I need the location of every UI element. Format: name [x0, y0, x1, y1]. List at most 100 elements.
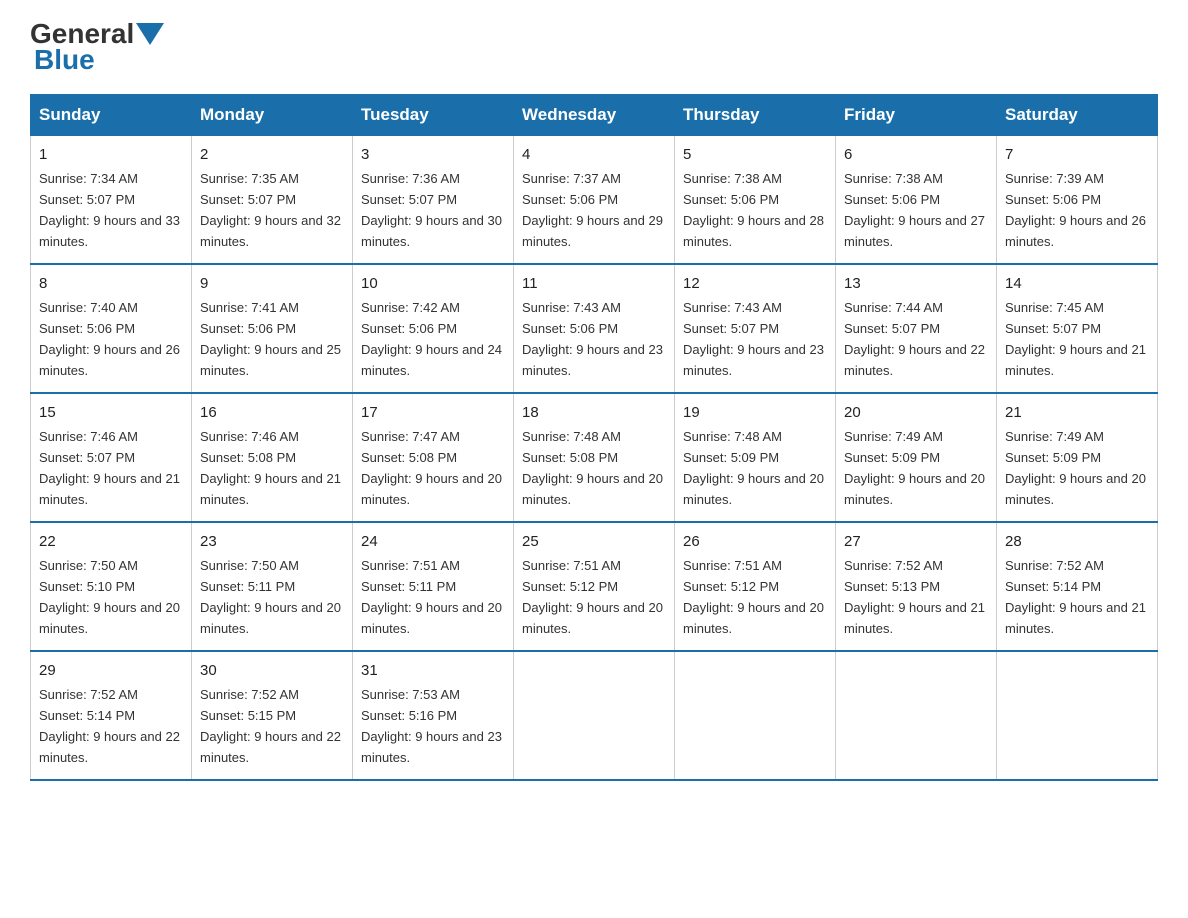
week-row-1: 1Sunrise: 7:34 AMSunset: 5:07 PMDaylight… — [31, 136, 1158, 264]
day-number: 30 — [200, 659, 344, 682]
day-number: 4 — [522, 143, 666, 166]
day-info: Sunrise: 7:41 AMSunset: 5:06 PMDaylight:… — [200, 300, 341, 378]
calendar-cell: 11 Sunrise: 7:43 AMSunset: 5:06 PMDayligh… — [514, 264, 675, 393]
day-info: Sunrise: 7:52 AMSunset: 5:15 PMDaylight:… — [200, 687, 341, 765]
calendar-cell: 26 Sunrise: 7:51 AMSunset: 5:12 PMDayligh… — [675, 522, 836, 651]
calendar-cell — [675, 651, 836, 780]
calendar-cell: 16Sunrise: 7:46 AMSunset: 5:08 PMDayligh… — [192, 393, 353, 522]
calendar-table: SundayMondayTuesdayWednesdayThursdayFrid… — [30, 94, 1158, 781]
calendar-cell: 6 Sunrise: 7:38 AMSunset: 5:06 PMDaylight… — [836, 136, 997, 264]
week-row-5: 29Sunrise: 7:52 AMSunset: 5:14 PMDayligh… — [31, 651, 1158, 780]
day-number: 17 — [361, 401, 505, 424]
calendar-cell: 20 Sunrise: 7:49 AMSunset: 5:09 PMDayligh… — [836, 393, 997, 522]
calendar-cell: 9 Sunrise: 7:41 AMSunset: 5:06 PMDaylight… — [192, 264, 353, 393]
day-info: Sunrise: 7:36 AMSunset: 5:07 PMDaylight:… — [361, 171, 502, 249]
header-day-sunday: Sunday — [31, 95, 192, 136]
day-number: 6 — [844, 143, 988, 166]
day-number: 11 — [522, 272, 666, 295]
day-number: 3 — [361, 143, 505, 166]
calendar-cell: 8Sunrise: 7:40 AMSunset: 5:06 PMDaylight… — [31, 264, 192, 393]
calendar-cell: 12 Sunrise: 7:43 AMSunset: 5:07 PMDayligh… — [675, 264, 836, 393]
header-day-friday: Friday — [836, 95, 997, 136]
day-info: Sunrise: 7:52 AMSunset: 5:14 PMDaylight:… — [39, 687, 180, 765]
day-info: Sunrise: 7:51 AMSunset: 5:11 PMDaylight:… — [361, 558, 502, 636]
logo: General Blue — [30, 20, 166, 76]
calendar-cell: 24 Sunrise: 7:51 AMSunset: 5:11 PMDayligh… — [353, 522, 514, 651]
day-number: 12 — [683, 272, 827, 295]
header-day-wednesday: Wednesday — [514, 95, 675, 136]
day-number: 31 — [361, 659, 505, 682]
day-number: 7 — [1005, 143, 1149, 166]
logo-blue-text: Blue — [34, 44, 95, 76]
day-info: Sunrise: 7:34 AMSunset: 5:07 PMDaylight:… — [39, 171, 180, 249]
day-number: 15 — [39, 401, 183, 424]
day-number: 13 — [844, 272, 988, 295]
day-number: 2 — [200, 143, 344, 166]
day-number: 23 — [200, 530, 344, 553]
week-row-2: 8Sunrise: 7:40 AMSunset: 5:06 PMDaylight… — [31, 264, 1158, 393]
page-header: General Blue — [30, 20, 1158, 76]
day-info: Sunrise: 7:46 AMSunset: 5:07 PMDaylight:… — [39, 429, 180, 507]
calendar-cell: 27 Sunrise: 7:52 AMSunset: 5:13 PMDayligh… — [836, 522, 997, 651]
day-info: Sunrise: 7:44 AMSunset: 5:07 PMDaylight:… — [844, 300, 985, 378]
day-info: Sunrise: 7:48 AMSunset: 5:08 PMDaylight:… — [522, 429, 663, 507]
day-info: Sunrise: 7:38 AMSunset: 5:06 PMDaylight:… — [683, 171, 824, 249]
day-info: Sunrise: 7:38 AMSunset: 5:06 PMDaylight:… — [844, 171, 985, 249]
day-info: Sunrise: 7:52 AMSunset: 5:13 PMDaylight:… — [844, 558, 985, 636]
calendar-cell: 30 Sunrise: 7:52 AMSunset: 5:15 PMDayligh… — [192, 651, 353, 780]
day-number: 16 — [200, 401, 344, 424]
day-info: Sunrise: 7:42 AMSunset: 5:06 PMDaylight:… — [361, 300, 502, 378]
day-number: 22 — [39, 530, 183, 553]
day-number: 19 — [683, 401, 827, 424]
day-number: 24 — [361, 530, 505, 553]
day-number: 21 — [1005, 401, 1149, 424]
calendar-cell: 2Sunrise: 7:35 AMSunset: 5:07 PMDaylight… — [192, 136, 353, 264]
calendar-cell: 4 Sunrise: 7:37 AMSunset: 5:06 PMDaylight… — [514, 136, 675, 264]
day-info: Sunrise: 7:37 AMSunset: 5:06 PMDaylight:… — [522, 171, 663, 249]
day-number: 8 — [39, 272, 183, 295]
calendar-cell: 19 Sunrise: 7:48 AMSunset: 5:09 PMDayligh… — [675, 393, 836, 522]
day-info: Sunrise: 7:43 AMSunset: 5:06 PMDaylight:… — [522, 300, 663, 378]
calendar-cell: 13 Sunrise: 7:44 AMSunset: 5:07 PMDayligh… — [836, 264, 997, 393]
day-info: Sunrise: 7:53 AMSunset: 5:16 PMDaylight:… — [361, 687, 502, 765]
header-day-thursday: Thursday — [675, 95, 836, 136]
day-number: 26 — [683, 530, 827, 553]
header-day-monday: Monday — [192, 95, 353, 136]
day-info: Sunrise: 7:51 AMSunset: 5:12 PMDaylight:… — [522, 558, 663, 636]
day-info: Sunrise: 7:49 AMSunset: 5:09 PMDaylight:… — [844, 429, 985, 507]
day-number: 9 — [200, 272, 344, 295]
day-number: 28 — [1005, 530, 1149, 553]
day-info: Sunrise: 7:51 AMSunset: 5:12 PMDaylight:… — [683, 558, 824, 636]
day-number: 14 — [1005, 272, 1149, 295]
header-row: SundayMondayTuesdayWednesdayThursdayFrid… — [31, 95, 1158, 136]
calendar-cell: 3 Sunrise: 7:36 AMSunset: 5:07 PMDaylight… — [353, 136, 514, 264]
day-number: 20 — [844, 401, 988, 424]
day-info: Sunrise: 7:47 AMSunset: 5:08 PMDaylight:… — [361, 429, 502, 507]
day-info: Sunrise: 7:43 AMSunset: 5:07 PMDaylight:… — [683, 300, 824, 378]
calendar-cell: 31 Sunrise: 7:53 AMSunset: 5:16 PMDayligh… — [353, 651, 514, 780]
week-row-4: 22 Sunrise: 7:50 AMSunset: 5:10 PMDayligh… — [31, 522, 1158, 651]
day-number: 25 — [522, 530, 666, 553]
calendar-cell: 14 Sunrise: 7:45 AMSunset: 5:07 PMDayligh… — [997, 264, 1158, 393]
day-info: Sunrise: 7:48 AMSunset: 5:09 PMDaylight:… — [683, 429, 824, 507]
calendar-cell: 1Sunrise: 7:34 AMSunset: 5:07 PMDaylight… — [31, 136, 192, 264]
calendar-cell: 17 Sunrise: 7:47 AMSunset: 5:08 PMDayligh… — [353, 393, 514, 522]
day-number: 10 — [361, 272, 505, 295]
calendar-cell: 22 Sunrise: 7:50 AMSunset: 5:10 PMDayligh… — [31, 522, 192, 651]
calendar-cell: 28Sunrise: 7:52 AMSunset: 5:14 PMDayligh… — [997, 522, 1158, 651]
calendar-cell: 21Sunrise: 7:49 AMSunset: 5:09 PMDayligh… — [997, 393, 1158, 522]
day-info: Sunrise: 7:45 AMSunset: 5:07 PMDaylight:… — [1005, 300, 1146, 378]
logo-triangle-icon — [136, 23, 164, 45]
header-day-saturday: Saturday — [997, 95, 1158, 136]
calendar-body: 1Sunrise: 7:34 AMSunset: 5:07 PMDaylight… — [31, 136, 1158, 780]
day-info: Sunrise: 7:50 AMSunset: 5:10 PMDaylight:… — [39, 558, 180, 636]
calendar-cell: 23Sunrise: 7:50 AMSunset: 5:11 PMDayligh… — [192, 522, 353, 651]
day-number: 5 — [683, 143, 827, 166]
calendar-cell — [514, 651, 675, 780]
calendar-cell: 18Sunrise: 7:48 AMSunset: 5:08 PMDayligh… — [514, 393, 675, 522]
calendar-cell: 5 Sunrise: 7:38 AMSunset: 5:06 PMDaylight… — [675, 136, 836, 264]
day-number: 27 — [844, 530, 988, 553]
header-day-tuesday: Tuesday — [353, 95, 514, 136]
calendar-cell: 29Sunrise: 7:52 AMSunset: 5:14 PMDayligh… — [31, 651, 192, 780]
calendar-cell: 15 Sunrise: 7:46 AMSunset: 5:07 PMDayligh… — [31, 393, 192, 522]
